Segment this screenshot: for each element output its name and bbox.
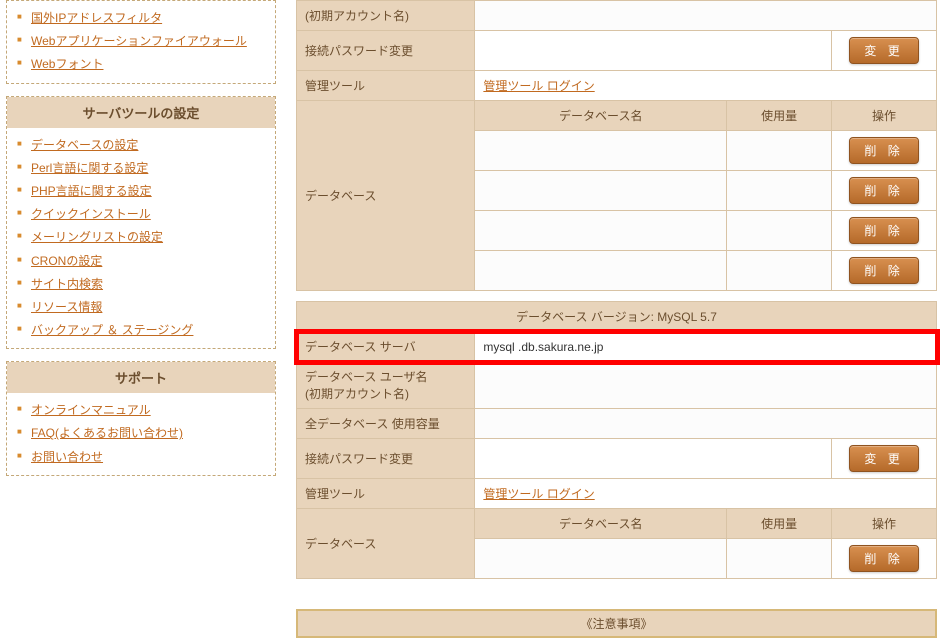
change-button[interactable]: 変 更 xyxy=(849,37,918,64)
account-label: (初期アカウント名) xyxy=(297,1,475,31)
db-label: データベース xyxy=(297,101,475,291)
th-dbname: データベース名 xyxy=(475,101,727,131)
th-op: 操作 xyxy=(832,509,937,539)
sidebar-tools-link[interactable]: リソース情報 xyxy=(31,300,102,314)
capacity-value xyxy=(475,409,937,439)
capacity-label: 全データベース 使用容量 xyxy=(297,409,475,439)
mgmt-login-link[interactable]: 管理ツール ログイン xyxy=(483,79,594,93)
sidebar-tools-link[interactable]: サイト内検索 xyxy=(31,277,103,291)
sidebar-support-item: お問い合わせ xyxy=(17,446,265,469)
pw-value-2 xyxy=(475,439,832,479)
db-row-usage xyxy=(727,211,832,251)
sidebar-top-item: Webアプリケーションファイアウォール xyxy=(17,30,265,53)
delete-button[interactable]: 削 除 xyxy=(849,545,918,572)
pw-value xyxy=(475,31,832,71)
th-usage: 使用量 xyxy=(727,509,832,539)
pw-label-2: 接続パスワード変更 xyxy=(297,439,475,479)
sidebar-tools-item: サイト内検索 xyxy=(17,273,265,296)
db-row-usage xyxy=(727,131,832,171)
user-label: データベース ユーザ名(初期アカウント名) xyxy=(297,362,475,409)
delete-button[interactable]: 削 除 xyxy=(849,217,918,244)
delete-button[interactable]: 削 除 xyxy=(849,137,918,164)
db-row-name xyxy=(475,539,727,579)
user-value xyxy=(475,362,937,409)
sidebar-support-link[interactable]: お問い合わせ xyxy=(31,450,103,464)
db-row-usage xyxy=(727,251,832,291)
sidebar-tools-item: データベースの設定 xyxy=(17,134,265,157)
sidebar-tools-link[interactable]: Perl言語に関する設定 xyxy=(31,161,148,175)
db-row-name xyxy=(475,211,727,251)
sidebar-tools-item: Perl言語に関する設定 xyxy=(17,157,265,180)
sidebar-support-link[interactable]: FAQ(よくあるお問い合わせ) xyxy=(31,426,183,440)
sidebar-box-support: サポート オンラインマニュアル FAQ(よくあるお問い合わせ) お問い合わせ xyxy=(6,361,276,476)
sidebar-header-support: サポート xyxy=(7,362,275,393)
db-row-name xyxy=(475,131,727,171)
account-value xyxy=(475,1,937,31)
delete-button[interactable]: 削 除 xyxy=(849,257,918,284)
sidebar-tools-item: リソース情報 xyxy=(17,296,265,319)
sidebar-tools-item: バックアップ ＆ ステージング xyxy=(17,319,265,342)
sidebar-tools-item: CRONの設定 xyxy=(17,250,265,273)
db-row-usage xyxy=(727,171,832,211)
db-label-2: データベース xyxy=(297,509,475,579)
mgmt-login-link[interactable]: 管理ツール ログイン xyxy=(483,487,594,501)
db-row-name xyxy=(475,251,727,291)
sidebar-header-tools: サーバツールの設定 xyxy=(7,97,275,128)
sidebar-support-item: FAQ(よくあるお問い合わせ) xyxy=(17,422,265,445)
sidebar-top-link[interactable]: Webアプリケーションファイアウォール xyxy=(31,34,247,48)
sidebar-tools-link[interactable]: データベースの設定 xyxy=(31,138,138,152)
notice-box: 《注意事項》 xyxy=(296,609,937,638)
version-header: データベース バージョン: MySQL 5.7 xyxy=(297,302,937,332)
sidebar-tools-link[interactable]: CRONの設定 xyxy=(31,254,102,268)
mgmt-label: 管理ツール xyxy=(297,71,475,101)
sidebar-box-tools: サーバツールの設定 データベースの設定 Perl言語に関する設定 PHP言語に関する… xyxy=(6,96,276,350)
sidebar-top-link[interactable]: 国外IPアドレスフィルタ xyxy=(31,11,162,25)
sidebar-tools-item: メーリングリストの設定 xyxy=(17,226,265,249)
server-value: mysql .db.sakura.ne.jp xyxy=(475,332,937,362)
db-table-1: (初期アカウント名) 接続パスワード変更 変 更 管理ツール 管理ツール ログイ… xyxy=(296,0,937,291)
sidebar-top-link[interactable]: Webフォント xyxy=(31,57,103,71)
th-usage: 使用量 xyxy=(727,101,832,131)
server-label: データベース サーバ xyxy=(297,332,475,362)
db-row-usage xyxy=(727,539,832,579)
sidebar-box-top: 国外IPアドレスフィルタ Webアプリケーションファイアウォール Webフォント xyxy=(6,0,276,84)
db-table-2: データベース バージョン: MySQL 5.7 データベース サーバ mysql… xyxy=(296,301,937,579)
mgmt-label-2: 管理ツール xyxy=(297,479,475,509)
sidebar-top-item: Webフォント xyxy=(17,53,265,76)
th-dbname: データベース名 xyxy=(475,509,727,539)
sidebar-tools-link[interactable]: PHP言語に関する設定 xyxy=(31,184,152,198)
sidebar-support-link[interactable]: オンラインマニュアル xyxy=(31,403,151,417)
change-button[interactable]: 変 更 xyxy=(849,445,918,472)
sidebar-tools-link[interactable]: クイックインストール xyxy=(31,207,151,221)
sidebar-tools-link[interactable]: メーリングリストの設定 xyxy=(31,230,163,244)
sidebar-top-item: 国外IPアドレスフィルタ xyxy=(17,7,265,30)
sidebar-tools-item: PHP言語に関する設定 xyxy=(17,180,265,203)
pw-label: 接続パスワード変更 xyxy=(297,31,475,71)
delete-button[interactable]: 削 除 xyxy=(849,177,918,204)
db-row-name xyxy=(475,171,727,211)
th-op: 操作 xyxy=(832,101,937,131)
sidebar-tools-link[interactable]: バックアップ ＆ ステージング xyxy=(31,323,193,337)
sidebar-support-item: オンラインマニュアル xyxy=(17,399,265,422)
sidebar-tools-item: クイックインストール xyxy=(17,203,265,226)
